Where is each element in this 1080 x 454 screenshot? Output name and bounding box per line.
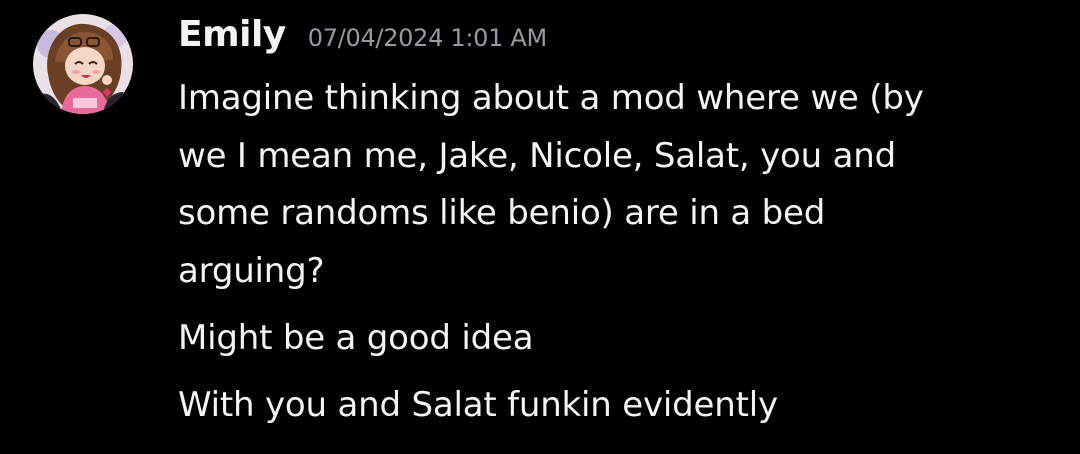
message-line: Imagine thinking about a mod where we (b… <box>178 78 924 118</box>
chat-message: Emily 07/04/2024 1:01 AM Imagine thinkin… <box>0 0 1080 454</box>
timestamp[interactable]: 07/04/2024 1:01 AM <box>308 24 548 52</box>
message-content: Imagine thinking about a mod where we (b… <box>178 70 1038 434</box>
message-line: we I mean me, Jake, Nicole, Salat, you a… <box>178 135 896 176</box>
message-line: arguing? <box>178 250 325 291</box>
message-line: some randoms like benio) are in a bed <box>178 193 826 233</box>
message-header: Emily 07/04/2024 1:01 AM <box>178 14 547 62</box>
username[interactable]: Emily <box>178 14 286 55</box>
message-line: With you and Salat funkin evidently <box>178 385 778 425</box>
avatar-image <box>33 14 133 114</box>
user-avatar[interactable] <box>33 14 133 114</box>
message-line: Might be a good idea <box>178 318 534 358</box>
